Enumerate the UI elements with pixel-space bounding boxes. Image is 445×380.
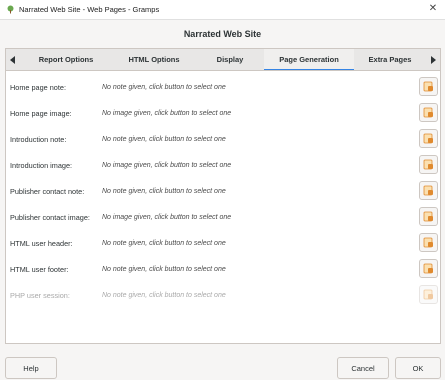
option-row: PHP user session: No note given, click b… xyxy=(6,285,440,307)
option-label: HTML user header: xyxy=(10,239,73,248)
option-value: No note given, click button to select on… xyxy=(102,292,226,299)
tab-bar: Report Options HTML Options Display Page… xyxy=(5,48,441,71)
select-object-icon xyxy=(423,159,433,170)
option-row: Introduction note: No note given, click … xyxy=(6,129,440,151)
select-object-button[interactable] xyxy=(419,77,438,96)
option-row: Publisher contact image: No image given,… xyxy=(6,207,440,229)
gramps-tree-icon xyxy=(6,5,15,14)
chevron-left-icon[interactable] xyxy=(6,49,20,71)
tab-display[interactable]: Display xyxy=(196,49,264,71)
option-label: Publisher contact note: xyxy=(10,187,85,196)
page-generation-panel: Home page note: No note given, click but… xyxy=(5,70,441,344)
option-row: Home page image: No image given, click b… xyxy=(6,103,440,125)
option-value: No note given, click button to select on… xyxy=(102,188,226,195)
chevron-right-icon[interactable] xyxy=(426,49,440,71)
option-label: Publisher contact image: xyxy=(10,213,90,222)
option-row: Introduction image: No image given, clic… xyxy=(6,155,440,177)
cancel-button[interactable]: Cancel xyxy=(337,357,389,379)
option-value: No note given, click button to select on… xyxy=(102,266,226,273)
tab-html-options[interactable]: HTML Options xyxy=(112,49,196,71)
tab-report-options[interactable]: Report Options xyxy=(20,49,112,71)
option-row: Home page note: No note given, click but… xyxy=(6,77,440,99)
select-object-icon xyxy=(423,81,433,92)
select-object-icon xyxy=(423,211,433,222)
select-object-button[interactable] xyxy=(419,155,438,174)
tab-extra-pages[interactable]: Extra Pages xyxy=(354,49,426,71)
option-row: HTML user header: No note given, click b… xyxy=(6,233,440,255)
tab-page-generation[interactable]: Page Generation xyxy=(264,48,354,71)
option-label: Home page image: xyxy=(10,109,72,118)
ok-button[interactable]: OK xyxy=(395,357,441,379)
option-value: No note given, click button to select on… xyxy=(102,136,226,143)
select-object-button xyxy=(419,285,438,304)
select-object-button[interactable] xyxy=(419,181,438,200)
close-icon[interactable]: ✕ xyxy=(427,3,439,15)
select-object-button[interactable] xyxy=(419,207,438,226)
option-row: HTML user footer: No note given, click b… xyxy=(6,259,440,281)
help-button[interactable]: Help xyxy=(5,357,57,379)
select-object-icon xyxy=(423,107,433,118)
select-object-icon xyxy=(423,289,433,300)
window-title: Narrated Web Site - Web Pages - Gramps xyxy=(19,5,160,14)
select-object-icon xyxy=(423,263,433,274)
select-object-icon xyxy=(423,133,433,144)
option-value: No image given, click button to select o… xyxy=(102,214,232,221)
option-value: No note given, click button to select on… xyxy=(102,84,226,91)
dialog-heading: Narrated Web Site xyxy=(183,29,262,39)
select-object-icon xyxy=(423,185,433,196)
option-label: Introduction image: xyxy=(10,161,73,170)
select-object-icon xyxy=(423,237,433,248)
select-object-button[interactable] xyxy=(419,129,438,148)
option-value: No image given, click button to select o… xyxy=(102,110,232,117)
option-label: Home page note: xyxy=(10,83,66,92)
select-object-button[interactable] xyxy=(419,259,438,278)
option-label: HTML user footer: xyxy=(10,265,69,274)
option-value: No note given, click button to select on… xyxy=(102,240,226,247)
option-value: No image given, click button to select o… xyxy=(102,162,232,169)
option-label: PHP user session: xyxy=(10,291,70,300)
option-row: Publisher contact note: No note given, c… xyxy=(6,181,440,203)
select-object-button[interactable] xyxy=(419,233,438,252)
select-object-button[interactable] xyxy=(419,103,438,122)
option-label: Introduction note: xyxy=(10,135,67,144)
window-titlebar: Narrated Web Site - Web Pages - Gramps ✕ xyxy=(0,0,445,20)
